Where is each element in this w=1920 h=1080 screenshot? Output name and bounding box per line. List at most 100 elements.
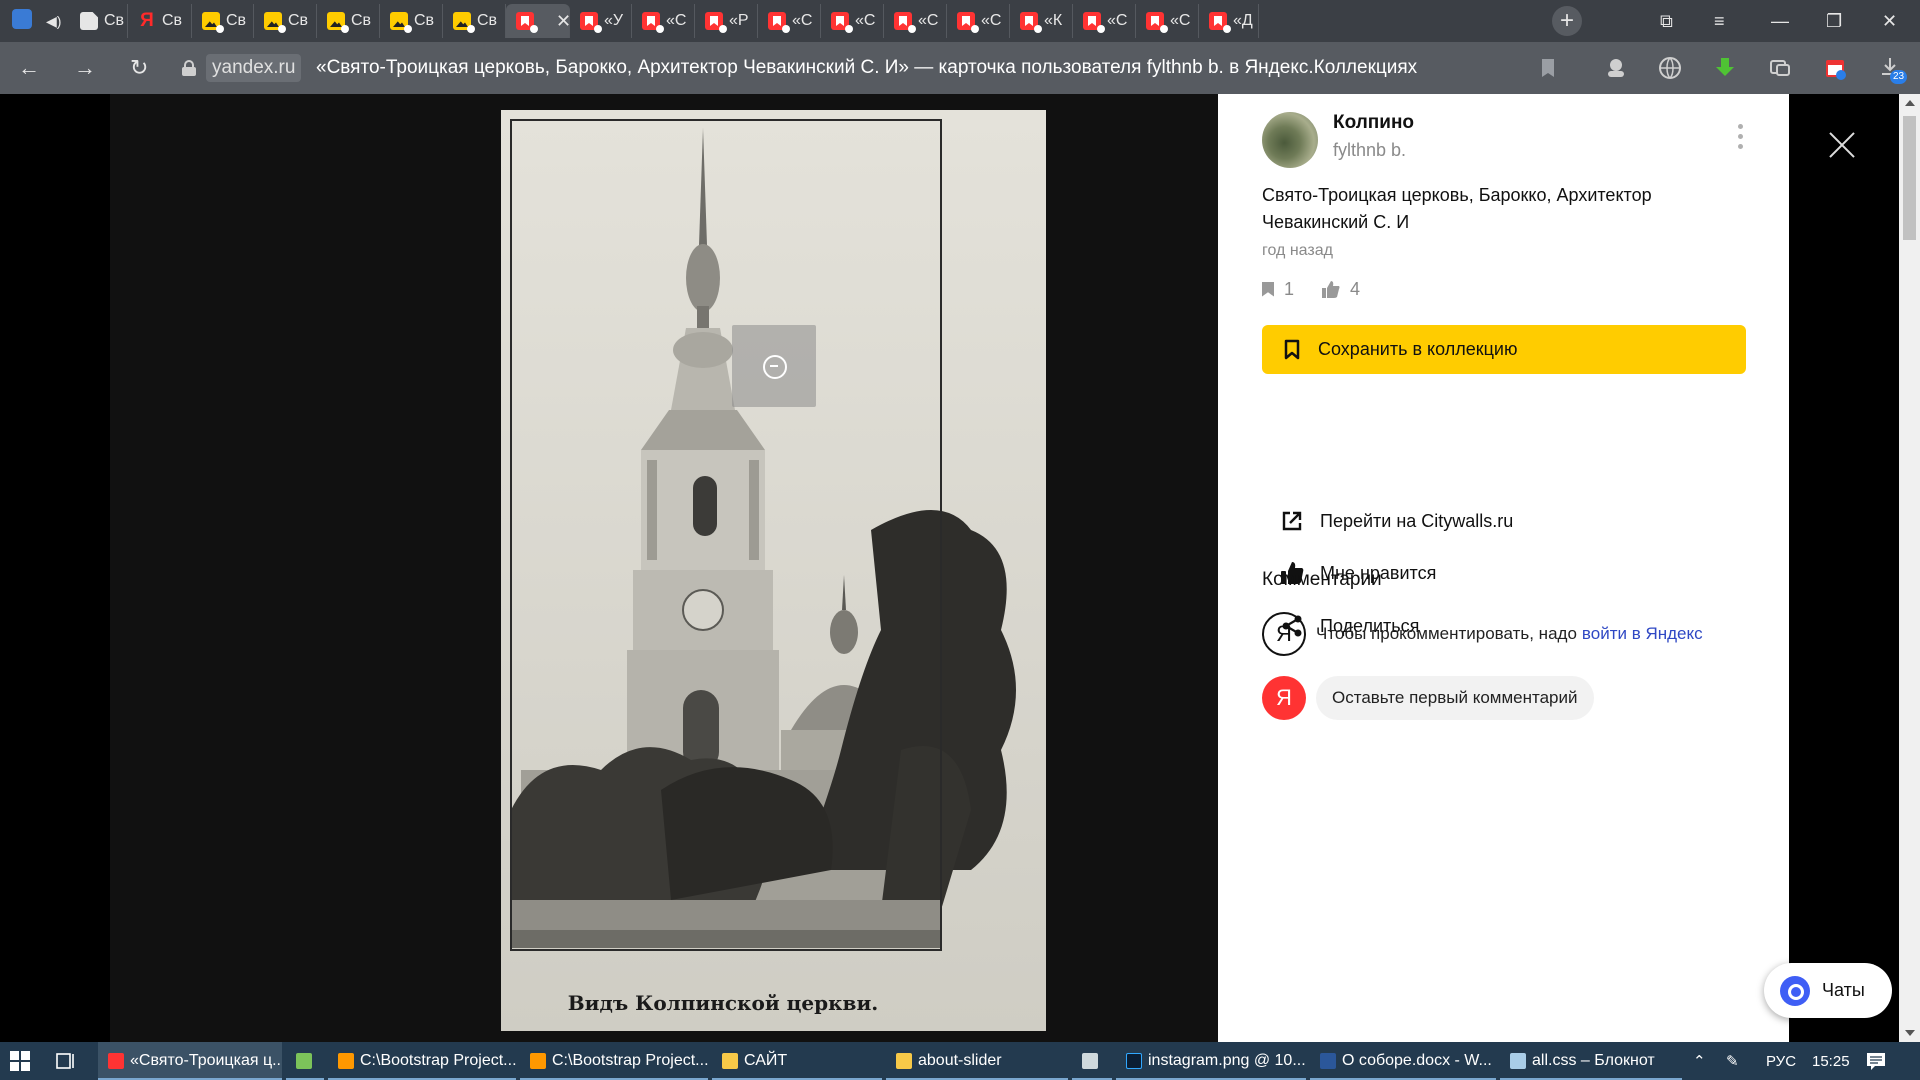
- reload-icon[interactable]: ↻: [130, 56, 148, 80]
- goto-citywalls-link[interactable]: Перейти на Citywalls.ru: [1280, 505, 1513, 537]
- avatar[interactable]: [1262, 112, 1318, 168]
- save-button-label: Сохранить в коллекцию: [1318, 339, 1518, 359]
- browser-tab[interactable]: Я Св: [128, 4, 192, 38]
- scroll-up-icon[interactable]: [1905, 100, 1915, 106]
- taskbar-item[interactable]: C:\Bootstrap Project...: [520, 1042, 708, 1080]
- browser-tab-bar: ◀) Св Я Св Св Св Св Св Св ✕ «У «С «Р «С «С «С «С «К «С «С «…: [0, 0, 1920, 42]
- taskbar-item[interactable]: instagram.png @ 10...: [1116, 1042, 1306, 1080]
- save-to-collection-button[interactable]: Сохранить в коллекцию: [1262, 325, 1746, 374]
- pen-icon[interactable]: ✎: [1726, 1042, 1739, 1080]
- taskbar-item[interactable]: [286, 1042, 324, 1080]
- login-link[interactable]: войти в Яндекс: [1582, 624, 1703, 643]
- taskbar-item[interactable]: [1072, 1042, 1112, 1080]
- page-title-url[interactable]: «Свято-Троицкая церковь, Барокко, Архите…: [316, 56, 1417, 80]
- scroll-thumb[interactable]: [1903, 116, 1916, 240]
- browser-tab[interactable]: «Д: [1199, 4, 1259, 38]
- browser-menu-icon[interactable]: [12, 9, 32, 29]
- chats-label: Чаты: [1822, 980, 1865, 1000]
- taskbar-item[interactable]: САЙТ: [712, 1042, 882, 1080]
- browser-tab[interactable]: «С: [758, 4, 821, 38]
- church-photo[interactable]: Видъ Колпинской церкви.: [501, 110, 1046, 1031]
- tab-label: Св: [162, 12, 183, 29]
- browser-tab[interactable]: «К: [1010, 4, 1073, 38]
- notepad-icon: [1510, 1053, 1526, 1069]
- browser-tab[interactable]: «С: [821, 4, 884, 38]
- browser-tab[interactable]: Св: [70, 4, 128, 38]
- tab-label: Св: [414, 12, 435, 29]
- collections-favicon-icon: [580, 12, 602, 33]
- taskbar-item[interactable]: «Свято-Троицкая ц...: [98, 1042, 282, 1080]
- collection-name[interactable]: Колпино: [1333, 112, 1414, 134]
- collections-favicon-icon: [768, 12, 790, 33]
- minimize-icon[interactable]: —: [1771, 10, 1789, 32]
- browser-tab[interactable]: «С: [1073, 4, 1136, 38]
- lock-icon[interactable]: [182, 60, 196, 76]
- card-info-panel: Колпино fylthnb b. Свято-Троицкая церков…: [1218, 94, 1789, 1042]
- back-icon[interactable]: ←: [18, 56, 40, 80]
- taskbar-item[interactable]: C:\Bootstrap Project...: [328, 1042, 516, 1080]
- language-indicator[interactable]: РУС: [1766, 1042, 1796, 1080]
- zoom-out-icon[interactable]: [732, 325, 816, 407]
- page-scrollbar[interactable]: [1899, 94, 1920, 1042]
- browser-tab[interactable]: Св: [443, 4, 506, 38]
- clock[interactable]: 15:25: [1812, 1042, 1850, 1080]
- tab-label: «У: [604, 12, 624, 29]
- new-tab-icon[interactable]: +: [1552, 6, 1582, 36]
- downloads-icon[interactable]: 23: [1878, 56, 1908, 84]
- browser-tab[interactable]: Св: [380, 4, 443, 38]
- tab-label: «С: [792, 12, 813, 29]
- photoshop-icon: [1126, 1053, 1142, 1069]
- tab-label: Св: [288, 12, 309, 29]
- tab-label: «С: [918, 12, 939, 29]
- download-arrow-icon[interactable]: [1713, 56, 1737, 80]
- browser-tab[interactable]: «С: [884, 4, 947, 38]
- user-avatar-icon: Я: [1262, 676, 1306, 720]
- comment-input[interactable]: Оставьте первый комментарий: [1316, 676, 1594, 720]
- taskbar-item-label: О соборе.docx - W...: [1342, 1052, 1492, 1069]
- notifications-icon[interactable]: [1866, 1042, 1886, 1080]
- taskbar-item[interactable]: all.css – Блокнот: [1500, 1042, 1682, 1080]
- domain-chip[interactable]: yandex.ru: [206, 54, 302, 82]
- collections-favicon-icon: [894, 12, 916, 33]
- browser-tab[interactable]: Св: [192, 4, 254, 38]
- bookmark-icon[interactable]: [1536, 56, 1560, 80]
- restore-icon[interactable]: ❐: [1826, 10, 1842, 32]
- task-view-icon[interactable]: [56, 1042, 76, 1080]
- browser-tab[interactable]: Св: [254, 4, 317, 38]
- comments-heading: Комментарии: [1262, 569, 1382, 590]
- browser-tab[interactable]: ✕: [506, 4, 571, 38]
- close-viewer-icon[interactable]: [1827, 130, 1857, 160]
- author-login[interactable]: fylthnb b.: [1333, 140, 1406, 161]
- speaker-icon[interactable]: ◀): [46, 10, 61, 32]
- sublime-text-icon: [530, 1053, 546, 1069]
- browser-tab[interactable]: «Р: [695, 4, 758, 38]
- more-options-icon[interactable]: [1738, 124, 1744, 150]
- tab-label: «С: [1107, 12, 1128, 29]
- incognito-icon[interactable]: [1604, 56, 1628, 80]
- taskbar-item[interactable]: О соборе.docx - W...: [1310, 1042, 1496, 1080]
- tabs-overview-icon[interactable]: ⧉: [1660, 10, 1673, 32]
- windows-start-icon[interactable]: [10, 1042, 30, 1080]
- taskbar-item[interactable]: about-slider: [886, 1042, 1068, 1080]
- browser-tab[interactable]: «У: [570, 4, 632, 38]
- browser-tab[interactable]: «С: [1136, 4, 1199, 38]
- tab-label: «Д: [1233, 12, 1253, 29]
- tab-close-icon[interactable]: ✕: [556, 11, 571, 32]
- window-close-icon[interactable]: ✕: [1882, 10, 1897, 32]
- images-favicon-icon: [202, 12, 224, 33]
- tray-expand-icon[interactable]: ⌃: [1693, 1042, 1706, 1080]
- translate-globe-icon[interactable]: [1658, 56, 1682, 80]
- windows-taskbar: «Свято-Троицкая ц... C:\Bootstrap Project…: [0, 1042, 1920, 1080]
- menu-icon[interactable]: ≡: [1714, 10, 1725, 32]
- downloads-badge: 23: [1890, 70, 1908, 84]
- browser-tab[interactable]: «С: [947, 4, 1010, 38]
- taskbar-item-label: C:\Bootstrap Project...: [360, 1052, 516, 1069]
- forward-icon[interactable]: →: [74, 56, 96, 80]
- browser-tab[interactable]: «С: [632, 4, 695, 38]
- extensions-icon[interactable]: [1768, 56, 1792, 80]
- scroll-down-icon[interactable]: [1905, 1030, 1915, 1036]
- calendar-extension-icon[interactable]: [1823, 56, 1847, 80]
- chats-button[interactable]: Чаты: [1764, 963, 1892, 1018]
- browser-tab[interactable]: Св: [317, 4, 380, 38]
- taskbar-item-label: about-slider: [918, 1052, 1002, 1069]
